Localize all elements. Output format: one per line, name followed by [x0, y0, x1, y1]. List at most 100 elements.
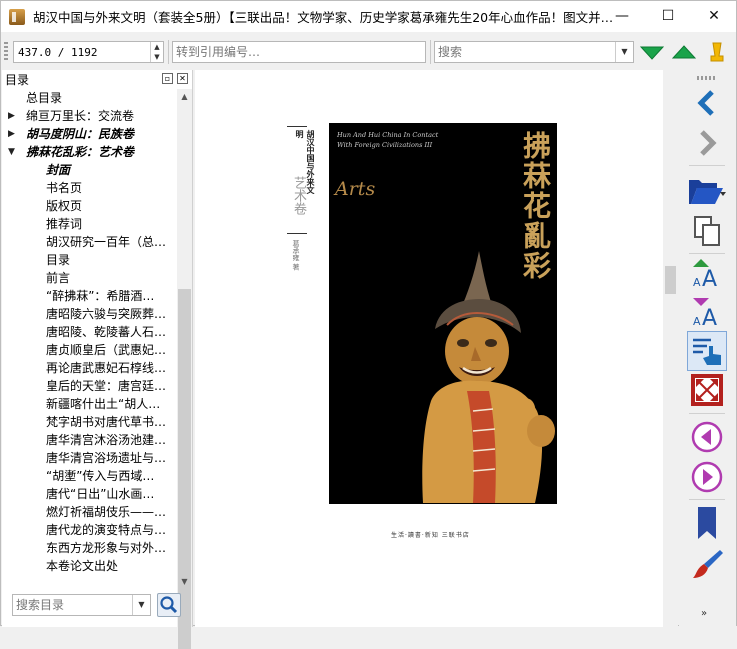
toc-item[interactable]: 推荐词 — [2, 215, 177, 233]
expand-arrow-icon[interactable]: ▶ — [8, 125, 15, 143]
float-panel-icon[interactable]: ▫ — [162, 73, 173, 84]
toc-item[interactable]: 封面 — [2, 161, 177, 179]
goto-reference-input[interactable]: 转到引用编号… — [172, 41, 426, 63]
toc-item-label: 书名页 — [46, 181, 83, 195]
previous-page-button[interactable] — [687, 417, 727, 457]
close-button[interactable]: ✕ — [691, 1, 737, 31]
scroll-up-icon[interactable]: ▲ — [177, 89, 192, 104]
fullscreen-button[interactable] — [687, 370, 727, 410]
toc-item-label: 唐昭陵、乾陵蕃人石… — [46, 325, 167, 339]
open-file-button[interactable] — [687, 170, 727, 210]
toc-item-label: 唐贞顺皇后（武惠妃… — [46, 343, 167, 357]
toc-item[interactable]: 梵字胡书对唐代草书… — [2, 413, 177, 431]
page-number-spinbox[interactable]: 437.0 / 1192 ▲ ▼ — [13, 41, 164, 63]
toc-item[interactable]: 胡汉研究一百年（总… — [2, 233, 177, 251]
next-page-button[interactable] — [687, 457, 727, 497]
toc-item-label: 唐华清宫沐浴汤池建… — [46, 433, 167, 447]
viewer-scrollbar[interactable] — [663, 70, 678, 627]
svg-text:A: A — [702, 306, 717, 328]
toc-item[interactable]: 总目录 — [2, 89, 177, 107]
toc-item[interactable]: 唐代“日出”山水画… — [2, 485, 177, 503]
toc-tree[interactable]: 总目录 ▶ 绵亘万里长：交流卷 ▶ 胡马度阴山：民族卷 ▼ 拂菻花乱彩：艺术卷 封面书名页版权… — [2, 89, 177, 649]
viewer-scroll-thumb[interactable] — [665, 266, 676, 294]
toc-item-label: 燃灯祈福胡伎乐——… — [46, 505, 167, 519]
page-number-value[interactable]: 437.0 / 1192 — [14, 46, 150, 59]
increase-font-button[interactable]: A A — [687, 252, 727, 292]
toc-item[interactable]: 再论唐武惠妃石椁线… — [2, 359, 177, 377]
toc-item-label: 前言 — [46, 271, 71, 285]
toc-search-input[interactable]: 搜索目录 ▼ — [12, 594, 151, 616]
toolbar-grip[interactable] — [4, 42, 8, 60]
toc-item[interactable]: “醉拂菻”：希腊酒… — [2, 287, 177, 305]
cover-english-line-2: With Foreign Civilizations III — [337, 141, 433, 149]
play-right-icon — [691, 461, 723, 493]
document-viewer[interactable]: 胡汉中国与外来文明 艺术卷 葛承雍 著 Hun And Hui China In… — [195, 70, 663, 627]
toc-scrollbar[interactable]: ▲ ▼ — [177, 89, 192, 649]
toolbar-separator — [430, 40, 431, 64]
toc-item[interactable]: ▶ 胡马度阴山：民族卷 — [2, 125, 177, 143]
toc-item[interactable]: 唐华清宫沐浴汤池建… — [2, 431, 177, 449]
spine-rule — [287, 233, 307, 234]
back-button[interactable] — [687, 83, 727, 123]
toc-item[interactable]: 唐华清宫浴场遗址与… — [2, 449, 177, 467]
toc-item[interactable]: “胡壍”传入与西域… — [2, 467, 177, 485]
page-up-arrow-icon[interactable]: ▲ — [151, 42, 163, 52]
toc-item[interactable]: 皇后的天堂：唐宫廷… — [2, 377, 177, 395]
book-cover: Hun And Hui China In Contact With Foreig… — [329, 123, 557, 504]
toc-item[interactable]: 前言 — [2, 269, 177, 287]
font-increase-icon: A A — [693, 259, 717, 289]
toc-sidebar: 目录 ▫ ✕ 总目录 ▶ 绵亘万里长：交流卷 ▶ 胡马度阴山：民族卷 ▼ 拂菻花乱彩：艺术卷… — [2, 70, 193, 649]
find-next-icon[interactable] — [640, 40, 664, 64]
page-down-arrow-icon[interactable]: ▼ — [151, 52, 163, 62]
toc-item[interactable]: 新疆喀什出土“胡人… — [2, 395, 177, 413]
decrease-font-button[interactable]: A A — [687, 291, 727, 331]
toc-item[interactable]: ▶ 绵亘万里长：交流卷 — [2, 107, 177, 125]
spine-rule — [287, 126, 307, 127]
toc-item[interactable]: 东西方龙形象与对外… — [2, 539, 177, 557]
play-left-icon — [691, 421, 723, 453]
collapse-arrow-icon[interactable]: ▼ — [8, 143, 15, 161]
toc-item[interactable]: 唐代龙的演变特点与… — [2, 521, 177, 539]
toc-item[interactable]: 唐昭陵、乾陵蕃人石… — [2, 323, 177, 341]
search-input[interactable]: 搜索 ▼ — [434, 41, 634, 63]
scroll-down-icon[interactable]: ▼ — [177, 574, 192, 589]
toc-item-label: 本卷论文出处 — [46, 559, 119, 573]
toc-item[interactable]: ▼ 拂菻花乱彩：艺术卷 — [2, 143, 177, 161]
highlight-marker-icon[interactable] — [705, 40, 729, 64]
toc-item[interactable]: 本卷论文出处 — [2, 557, 177, 575]
toc-item-label: 胡汉研究一百年（总… — [46, 235, 167, 249]
toc-item-label: 目录 — [46, 253, 71, 267]
find-previous-icon[interactable] — [672, 40, 696, 64]
publisher-line: 生活·讀書·新知 三联书店 — [391, 532, 470, 539]
page-spin-buttons[interactable]: ▲ ▼ — [150, 42, 163, 62]
paint-brush-icon — [693, 550, 723, 578]
toc-search-dropdown-icon[interactable]: ▼ — [132, 595, 150, 615]
cover-arts-label: Arts — [335, 178, 376, 200]
toc-item[interactable]: 目录 — [2, 251, 177, 269]
app-window: 胡汉中国与外来文明（套装全5册）【三联出品！文物学家、历史学家葛承雍先生20年心… — [0, 0, 737, 649]
select-text-tool-button[interactable] — [687, 331, 727, 371]
toc-item-label: 版权页 — [46, 199, 83, 213]
toc-item[interactable]: 唐昭陵六骏与突厥葬… — [2, 305, 177, 323]
cover-english-line-1: Hun And Hui China In Contact — [337, 131, 439, 139]
toc-item[interactable]: 唐贞顺皇后（武惠妃… — [2, 341, 177, 359]
bookmark-button[interactable] — [687, 503, 727, 543]
copy-button[interactable] — [687, 211, 727, 251]
toc-item[interactable]: 书名页 — [2, 179, 177, 197]
expand-arrow-icon[interactable]: ▶ — [8, 107, 15, 125]
more-tools-chevron-icon[interactable]: » — [701, 608, 707, 619]
search-dropdown-icon[interactable]: ▼ — [615, 42, 633, 62]
maximize-button[interactable]: ☐ — [645, 1, 691, 31]
close-panel-icon[interactable]: ✕ — [177, 73, 188, 84]
toc-item-label: 总目录 — [26, 91, 63, 105]
toc-item[interactable]: 版权页 — [2, 197, 177, 215]
toolbar-separator — [689, 413, 725, 414]
toolbar-separator — [168, 40, 169, 64]
toc-search-button[interactable] — [157, 593, 181, 617]
minimize-button[interactable]: — — [599, 1, 645, 31]
forward-button[interactable] — [687, 123, 727, 163]
toc-item[interactable]: 燃灯祈福胡伎乐——… — [2, 503, 177, 521]
theme-brush-button[interactable] — [687, 544, 727, 584]
svg-text:A: A — [693, 276, 701, 289]
right-toolbar-grip[interactable] — [697, 76, 717, 80]
